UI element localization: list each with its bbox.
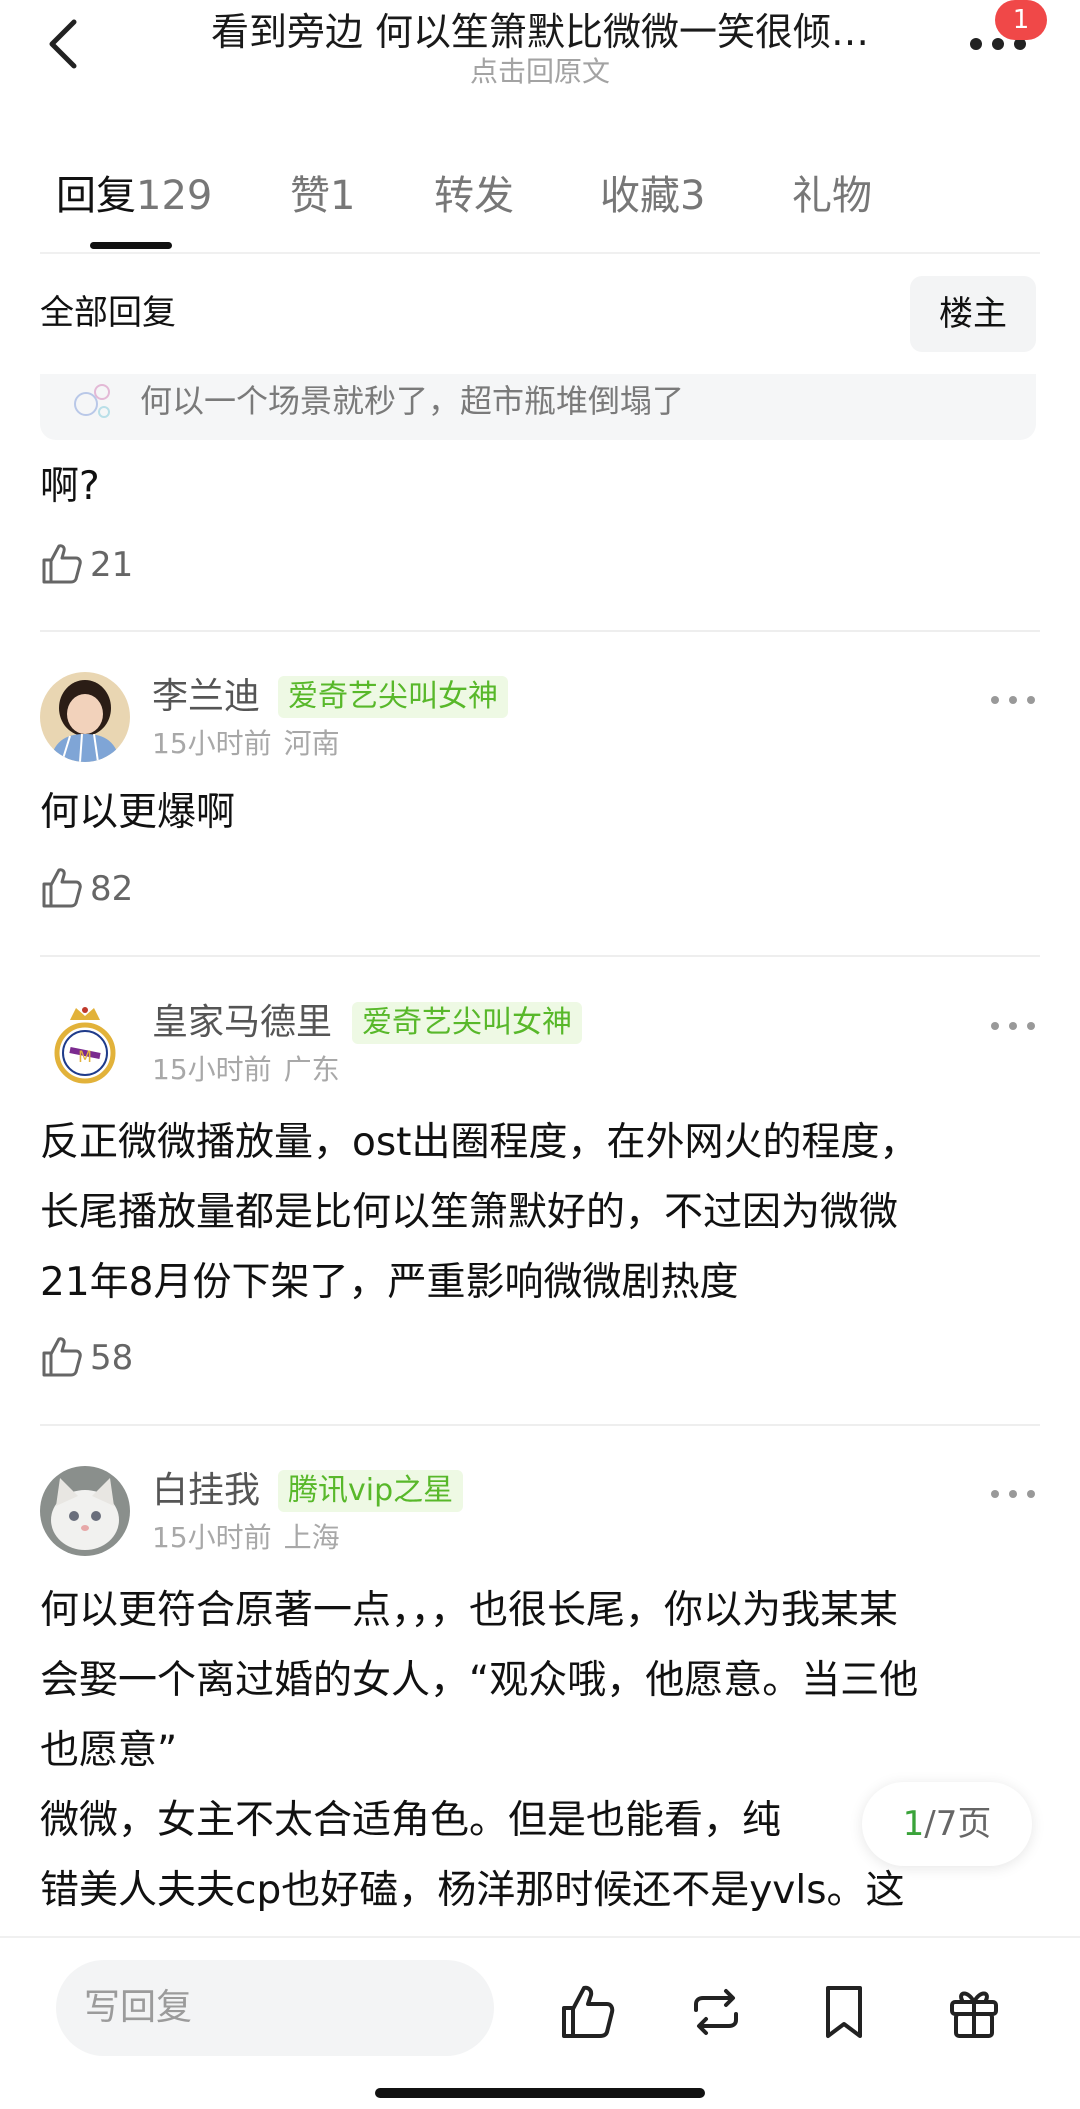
quoted-reply[interactable]: 何以一个场景就秒了，超市瓶堆倒塌了 xyxy=(40,374,1036,440)
tab-label: 收藏 xyxy=(600,173,680,219)
divider xyxy=(40,630,1040,632)
tab-repost[interactable]: 转发 xyxy=(434,160,514,232)
tab-count: 1 xyxy=(330,173,356,219)
comment-time: 15小时前 xyxy=(152,727,272,760)
comment-line: 21年8月份下架了，严重影响微微剧热度 xyxy=(40,1260,739,1305)
repost-icon[interactable] xyxy=(686,1982,746,2042)
tab-likes[interactable]: 赞1 xyxy=(290,160,355,232)
like-count: 58 xyxy=(90,1338,134,1378)
tab-bar: 回复129 赞1 转发 收藏3 礼物 xyxy=(0,160,1080,256)
comment-location: 广东 xyxy=(283,1053,340,1086)
comment-line: 长尾播放量都是比何以笙箫默好的，不过因为微微 xyxy=(40,1190,899,1235)
tab-count: 3 xyxy=(680,173,706,219)
thumbs-up-icon xyxy=(40,1335,84,1379)
comment-text: 何以更爆啊 xyxy=(40,790,236,835)
avatar[interactable] xyxy=(40,672,130,762)
like-count: 82 xyxy=(90,869,134,909)
comment-line: 也愿意” xyxy=(40,1728,178,1773)
comment-header: 李兰迪 爱奇艺尖叫女神 15小时前 河南 xyxy=(40,672,1040,768)
tab-label: 回复 xyxy=(56,173,136,219)
home-indicator xyxy=(375,2088,705,2098)
more-dots-icon[interactable] xyxy=(988,692,1038,706)
user-tag-badge: 腾讯vip之星 xyxy=(278,1470,464,1512)
comment-line: 反正微微播放量，ost出圈程度，在外网火的程度， xyxy=(40,1120,919,1165)
tab-gifts[interactable]: 礼物 xyxy=(792,160,872,232)
thumbs-up-icon xyxy=(40,542,84,586)
post-title[interactable]: 看到旁边 何以笙箫默比微微一笑很倾… xyxy=(170,8,910,56)
svg-text:M: M xyxy=(78,1047,92,1066)
username[interactable]: 李兰迪 xyxy=(152,672,260,722)
like-count: 21 xyxy=(90,545,134,585)
comment-location: 上海 xyxy=(283,1521,340,1554)
more-dots-icon[interactable] xyxy=(988,1018,1038,1032)
divider xyxy=(40,252,1040,254)
comment-location: 河南 xyxy=(283,727,340,760)
user-tag-badge: 爱奇艺尖叫女神 xyxy=(278,676,508,718)
comment-text: 何以更符合原著一点，，，也很长尾，你以为我某某 会娶一个离过婚的女人，“观众哦，… xyxy=(40,1576,1040,1926)
comment-meta: 15小时前 上海 xyxy=(152,1518,340,1558)
username[interactable]: 白挂我 xyxy=(152,1466,260,1516)
comment-meta: 15小时前 河南 xyxy=(152,724,340,764)
divider xyxy=(40,955,1040,957)
total-pages: /7页 xyxy=(924,1804,992,1844)
comment-line: 何以更符合原著一点，，，也很长尾，你以为我某某 xyxy=(40,1588,899,1633)
tab-label: 转发 xyxy=(434,173,514,219)
bookmark-icon[interactable] xyxy=(814,1982,874,2042)
comment-header: 白挂我 腾讯vip之星 15小时前 上海 xyxy=(40,1466,1040,1562)
bubbles-icon xyxy=(70,380,114,424)
chevron-left-icon[interactable] xyxy=(36,14,96,74)
comment-line: 错美人夫夫cp也好磕，杨洋那时候还不是yvls。这 xyxy=(40,1868,905,1913)
comment-time: 15小时前 xyxy=(152,1053,272,1086)
page-indicator[interactable]: 1/7页 xyxy=(862,1782,1032,1866)
comment-text: 反正微微播放量，ost出圈程度，在外网火的程度， 长尾播放量都是比何以笙箫默好的… xyxy=(40,1108,1040,1318)
comment-text: 啊? xyxy=(40,464,100,509)
active-tab-indicator xyxy=(90,242,172,249)
current-page: 1 xyxy=(902,1804,925,1844)
all-replies-label: 全部回复 xyxy=(40,293,176,333)
tab-count: 129 xyxy=(136,173,213,219)
gift-icon[interactable] xyxy=(944,1982,1004,2042)
op-only-button[interactable]: 楼主 xyxy=(910,276,1036,352)
more-dots-icon[interactable] xyxy=(988,1486,1038,1500)
thumbs-up-icon xyxy=(40,866,84,910)
tab-label: 赞 xyxy=(290,173,330,219)
tab-favorites[interactable]: 收藏3 xyxy=(600,160,705,232)
tab-replies[interactable]: 回复129 xyxy=(56,160,212,232)
divider xyxy=(40,1424,1040,1426)
tab-label: 礼物 xyxy=(792,173,872,219)
avatar[interactable]: M xyxy=(40,998,130,1088)
user-tag-badge: 爱奇艺尖叫女神 xyxy=(352,1002,582,1044)
notification-badge: 1 xyxy=(995,0,1047,40)
comment-line: 会娶一个离过婚的女人，“观众哦，他愿意。当三他 xyxy=(40,1658,919,1703)
bottom-action-bar: 写回复 xyxy=(0,1936,1080,2109)
comment-time: 15小时前 xyxy=(152,1521,272,1554)
comment-header: M 皇家马德里 爱奇艺尖叫女神 15小时前 广东 xyxy=(40,998,1040,1094)
reply-input[interactable]: 写回复 xyxy=(56,1960,494,2056)
avatar[interactable] xyxy=(40,1466,130,1556)
quote-text: 何以一个场景就秒了，超市瓶堆倒塌了 xyxy=(140,382,685,420)
back-to-original-link[interactable]: 点击回原文 xyxy=(170,54,910,90)
comment-meta: 15小时前 广东 xyxy=(152,1050,340,1090)
top-nav-bar: 看到旁边 何以笙箫默比微微一笑很倾… 点击回原文 1 xyxy=(0,0,1080,120)
thumbs-up-icon[interactable] xyxy=(558,1982,618,2042)
username[interactable]: 皇家马德里 xyxy=(152,998,332,1048)
